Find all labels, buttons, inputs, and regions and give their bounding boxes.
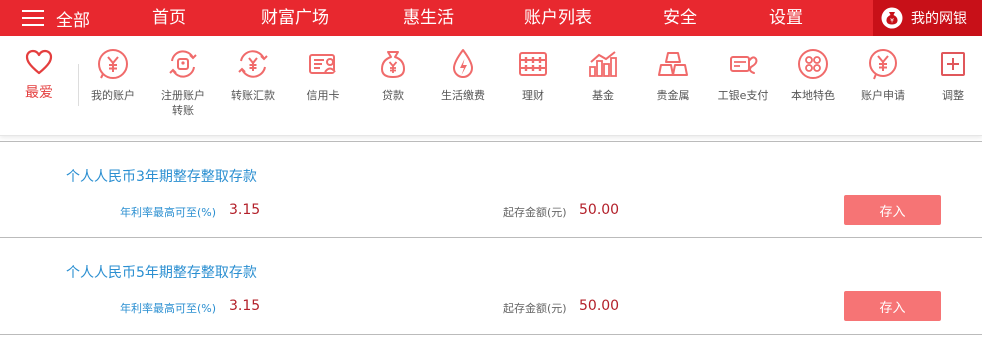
quick-my-account-label: 我的账户 bbox=[91, 89, 135, 102]
fund-chart-icon bbox=[589, 51, 617, 77]
nav-wealth-plaza[interactable]: 财富广场 bbox=[261, 0, 329, 36]
quick-icbc-epay-label: 工银e支付 bbox=[717, 89, 769, 102]
quick-account-apply-label: 账户申请 bbox=[861, 89, 905, 102]
quick-adjust-label: 调整 bbox=[942, 89, 964, 102]
quick-transfer-remit-label: 转账汇款 bbox=[231, 89, 275, 102]
top-navigation-bar: 全部 首页 财富广场 惠生活 账户列表 安全 设置 ¥ 我的网银 bbox=[0, 0, 982, 36]
my-online-bank-label: 我的网银 bbox=[911, 11, 967, 27]
quick-adjust[interactable]: 调整 bbox=[918, 47, 982, 103]
utility-drop-icon bbox=[453, 49, 473, 78]
heart-icon bbox=[25, 49, 53, 75]
all-menu-label: 全部 bbox=[56, 10, 90, 31]
quick-access-bar: 最爱 我的账户 注册账户 转账 转账汇款 信用卡 贷款 生活缴费 理财 基金 贵… bbox=[0, 36, 982, 136]
quick-fund[interactable]: 基金 bbox=[568, 47, 638, 103]
abacus-icon bbox=[519, 52, 547, 76]
gold-bars-icon bbox=[658, 52, 688, 76]
nav-home[interactable]: 首页 bbox=[152, 0, 186, 36]
favorites-button[interactable]: 最爱 bbox=[14, 48, 64, 102]
quick-local-feature[interactable]: 本地特色 bbox=[778, 47, 848, 103]
min-amount-value: 50.00 bbox=[579, 202, 620, 218]
account-transfer-icon bbox=[169, 50, 197, 78]
nav-security[interactable]: 安全 bbox=[663, 0, 697, 36]
all-menu-button[interactable]: 全部 bbox=[22, 0, 90, 36]
rate-value: 3.15 bbox=[229, 298, 261, 314]
deposit-button[interactable]: 存入 bbox=[844, 195, 941, 225]
quick-registered-transfer-label: 注册账户 转账 bbox=[161, 89, 205, 117]
quick-credit-card-label: 信用卡 bbox=[306, 89, 340, 102]
my-online-bank-button[interactable]: ¥ 我的网银 bbox=[873, 0, 982, 36]
quick-precious-metals-label: 贵金属 bbox=[656, 89, 690, 102]
rate-label: 年利率最高可至(%) bbox=[120, 302, 217, 315]
yen-transfer-icon bbox=[238, 50, 268, 78]
quick-fund-label: 基金 bbox=[592, 89, 614, 102]
quick-wealth-management[interactable]: 理财 bbox=[498, 47, 568, 103]
quick-precious-metals[interactable]: 贵金属 bbox=[638, 47, 708, 103]
money-bag-icon bbox=[381, 51, 405, 78]
quick-wealth-management-label: 理财 bbox=[522, 89, 544, 102]
quick-my-account[interactable]: 我的账户 bbox=[78, 47, 148, 103]
yen-coin-icon bbox=[98, 49, 128, 79]
min-amount-label: 起存金额(元) bbox=[503, 206, 567, 219]
quick-loan[interactable]: 贷款 bbox=[358, 47, 428, 103]
min-amount-label: 起存金额(元) bbox=[503, 302, 567, 315]
quick-icbc-epay[interactable]: 工银e支付 bbox=[708, 47, 778, 103]
quick-transfer-remit[interactable]: 转账汇款 bbox=[218, 47, 288, 103]
credit-card-icon bbox=[309, 54, 336, 74]
account-apply-icon bbox=[869, 49, 897, 80]
favorites-label: 最爱 bbox=[25, 85, 53, 101]
rate-value: 3.15 bbox=[229, 202, 261, 218]
svg-text:¥: ¥ bbox=[890, 18, 894, 25]
quick-life-payment[interactable]: 生活缴费 bbox=[428, 47, 498, 103]
quick-life-payment-label: 生活缴费 bbox=[441, 89, 485, 102]
quick-registered-transfer[interactable]: 注册账户 转账 bbox=[148, 47, 218, 118]
nav-settings[interactable]: 设置 bbox=[769, 0, 803, 36]
quick-local-feature-label: 本地特色 bbox=[791, 89, 835, 102]
rate-label: 年利率最高可至(%) bbox=[120, 206, 217, 219]
quick-account-apply[interactable]: 账户申请 bbox=[848, 47, 918, 103]
deposit-product-list: 个人人民币3年期整存整取存款 年利率最高可至(%) 3.15 起存金额(元) 5… bbox=[0, 141, 982, 335]
product-name-link[interactable]: 个人人民币3年期整存整取存款 bbox=[66, 166, 257, 186]
e-pay-icon bbox=[730, 56, 758, 74]
product-name-link[interactable]: 个人人民币5年期整存整取存款 bbox=[66, 262, 257, 282]
quick-loan-label: 贷款 bbox=[382, 89, 404, 102]
nav-account-list[interactable]: 账户列表 bbox=[524, 0, 592, 36]
deposit-button[interactable]: 存入 bbox=[844, 291, 941, 321]
adjust-plus-icon bbox=[941, 52, 965, 76]
product-row: 个人人民币5年期整存整取存款 年利率最高可至(%) 3.15 起存金额(元) 5… bbox=[0, 238, 982, 335]
nav-hui-life[interactable]: 惠生活 bbox=[403, 0, 454, 36]
hamburger-menu-icon bbox=[22, 10, 44, 26]
product-row: 个人人民币3年期整存整取存款 年利率最高可至(%) 3.15 起存金额(元) 5… bbox=[0, 141, 982, 238]
money-bag-icon: ¥ bbox=[881, 7, 903, 29]
quick-credit-card[interactable]: 信用卡 bbox=[288, 47, 358, 103]
local-feature-icon bbox=[798, 49, 828, 79]
min-amount-value: 50.00 bbox=[579, 298, 620, 314]
